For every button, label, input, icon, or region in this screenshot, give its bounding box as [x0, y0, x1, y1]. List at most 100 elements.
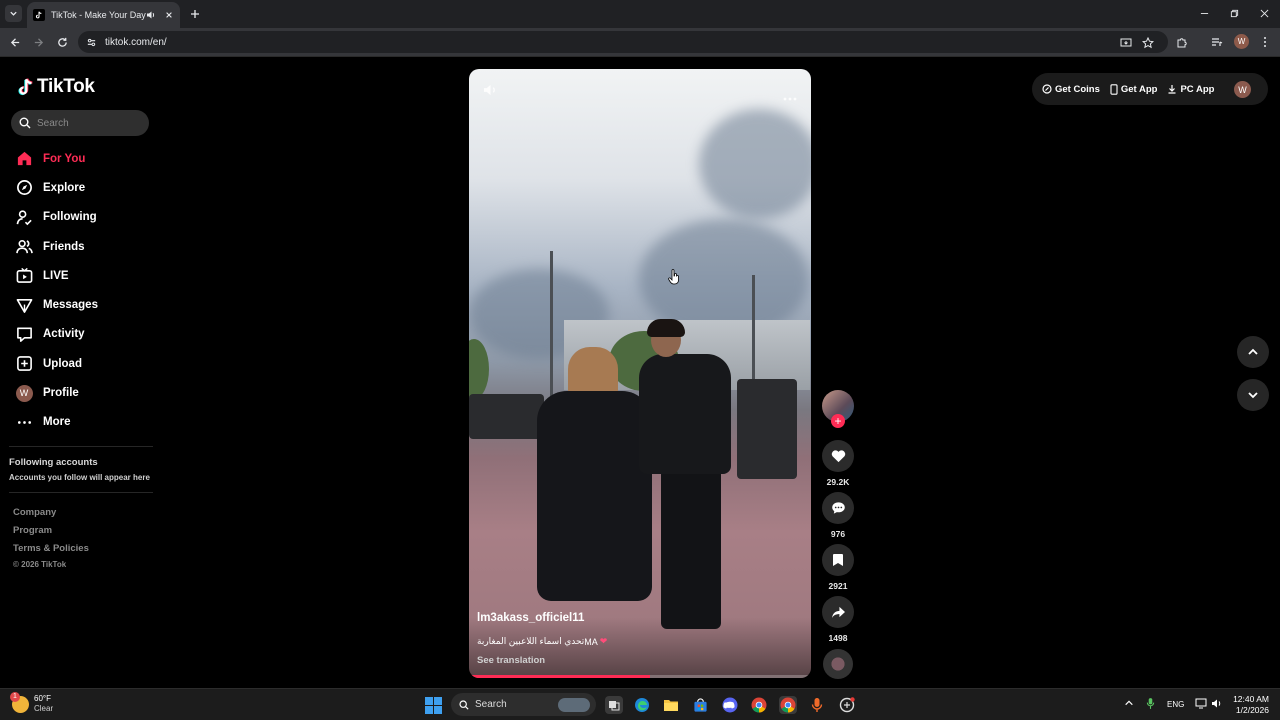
app-icon: [839, 697, 855, 713]
save-button[interactable]: [822, 544, 854, 576]
clock-time: 12:40 AM: [1233, 694, 1269, 704]
weather-text: 60°F Clear: [34, 694, 53, 714]
search-icon: [19, 117, 31, 129]
video-username[interactable]: lm3akass_officiel11: [477, 612, 584, 624]
edge-app-button[interactable]: [633, 696, 651, 714]
task-view-icon: [609, 701, 620, 711]
browser-tab[interactable]: TikTok - Make Your Day: [27, 2, 180, 28]
sidebar-item-for-you[interactable]: For You: [14, 144, 154, 173]
footer-link-program[interactable]: Program: [13, 525, 52, 536]
next-video-button[interactable]: [1237, 379, 1269, 411]
video-scene-person: [661, 469, 721, 629]
get-coins-button[interactable]: Get Coins: [1042, 84, 1100, 95]
tiktok-favicon-icon: [33, 9, 45, 21]
language-indicator[interactable]: ENG: [1167, 700, 1184, 709]
sidebar-item-live[interactable]: LIVE: [14, 261, 154, 290]
share-icon: [831, 606, 845, 618]
compass-icon: [14, 178, 34, 198]
back-button[interactable]: [8, 35, 22, 49]
sidebar-item-label: Activity: [43, 328, 85, 341]
footer-link-terms[interactable]: Terms & Policies: [13, 543, 89, 554]
minimize-button[interactable]: [1198, 7, 1210, 19]
file-explorer-button[interactable]: [662, 696, 680, 714]
discord-app-button[interactable]: [721, 696, 739, 714]
header-profile-avatar[interactable]: W: [1234, 81, 1251, 98]
taskbar-search[interactable]: Search: [451, 693, 596, 716]
tiktok-logo[interactable]: TikTok: [16, 76, 95, 98]
sidebar-item-profile[interactable]: W Profile: [14, 378, 154, 407]
extra-app-button[interactable]: [838, 696, 856, 714]
get-app-button[interactable]: Get App: [1110, 84, 1157, 95]
kebab-menu-icon: [1264, 37, 1266, 47]
video-progress-bar[interactable]: [469, 675, 811, 678]
network-button[interactable]: [1195, 698, 1207, 709]
volume-button[interactable]: [1211, 698, 1223, 709]
sidebar-item-explore[interactable]: Explore: [14, 173, 154, 202]
sidebar-item-friends[interactable]: Friends: [14, 232, 154, 261]
restore-button[interactable]: [1228, 7, 1240, 19]
windows-logo-icon: [425, 706, 433, 714]
sidebar-item-activity[interactable]: Activity: [14, 320, 154, 349]
sidebar-item-messages[interactable]: Messages: [14, 290, 154, 319]
chrome-app-button[interactable]: [750, 696, 768, 714]
store-app-button[interactable]: [691, 696, 709, 714]
heart-icon: [831, 450, 845, 463]
volume-icon[interactable]: [483, 83, 498, 102]
forward-button[interactable]: [31, 35, 45, 49]
tab-close-button[interactable]: [164, 10, 174, 20]
close-icon: [166, 12, 172, 18]
folder-icon: [664, 700, 678, 711]
taskbar-clock[interactable]: 12:40 AM 1/2/2026: [1227, 694, 1269, 716]
header-actions: Get Coins Get App PC App: [1032, 73, 1268, 105]
friends-icon: [14, 237, 34, 257]
tab-audio-icon[interactable]: [146, 10, 156, 20]
following-icon: [14, 207, 34, 227]
media-control-button[interactable]: [1210, 35, 1224, 49]
address-bar[interactable]: tiktok.com/en/: [78, 31, 1168, 53]
video-scene-person: [647, 319, 685, 337]
video-more-icon[interactable]: [783, 88, 797, 106]
following-accounts-empty: Accounts you follow will appear here: [9, 473, 150, 482]
bookmark-star-button[interactable]: [1141, 36, 1155, 50]
share-button[interactable]: [822, 596, 854, 628]
follow-button[interactable]: +: [831, 414, 845, 428]
install-app-button[interactable]: [1119, 36, 1133, 50]
video-caption: تحدي اسماء اللاعبين المغاربة MA ❤: [477, 636, 607, 647]
task-view-button[interactable]: [605, 696, 623, 714]
browser-menu-button[interactable]: [1258, 35, 1272, 49]
extensions-button[interactable]: [1175, 35, 1189, 49]
sidebar-item-more[interactable]: More: [14, 408, 154, 437]
comment-button[interactable]: [822, 492, 854, 524]
star-icon: [1142, 37, 1154, 49]
footer-link-company[interactable]: Company: [13, 507, 56, 518]
search-icon: [459, 699, 469, 710]
sidebar-item-label: Upload: [43, 357, 82, 370]
new-tab-button[interactable]: [188, 7, 201, 20]
profile-avatar: W: [15, 384, 33, 402]
more-icon: [14, 412, 34, 432]
close-window-button[interactable]: [1258, 7, 1270, 19]
like-button[interactable]: [822, 440, 854, 472]
tab-search-button[interactable]: [5, 5, 22, 22]
video-player[interactable]: lm3akass_officiel11 تحدي اسماء اللاعبين …: [469, 69, 811, 678]
edge-icon: [635, 698, 649, 712]
reload-button[interactable]: [55, 35, 69, 49]
sidebar-item-label: For You: [43, 152, 86, 165]
browser-profile-avatar[interactable]: W: [1234, 34, 1249, 49]
start-button[interactable]: [425, 697, 442, 714]
sidebar-item-label: Explore: [43, 181, 86, 194]
close-icon: [1260, 9, 1268, 17]
search-input[interactable]: Search: [11, 110, 149, 136]
voice-app-button[interactable]: [808, 696, 826, 714]
previous-video-button[interactable]: [1237, 336, 1269, 368]
weather-widget[interactable]: 1 60°F Clear: [10, 691, 53, 714]
sidebar-item-following[interactable]: Following: [14, 203, 154, 232]
tray-overflow-button[interactable]: [1124, 698, 1134, 708]
tray-microphone[interactable]: [1146, 697, 1155, 710]
music-disc-icon[interactable]: [823, 649, 853, 679]
see-translation-link[interactable]: See translation: [477, 655, 545, 666]
pc-app-button[interactable]: PC App: [1167, 84, 1214, 95]
site-info-icon[interactable]: [86, 37, 97, 48]
chrome-profile-app-button[interactable]: [779, 696, 797, 714]
sidebar-item-upload[interactable]: Upload: [14, 349, 154, 378]
